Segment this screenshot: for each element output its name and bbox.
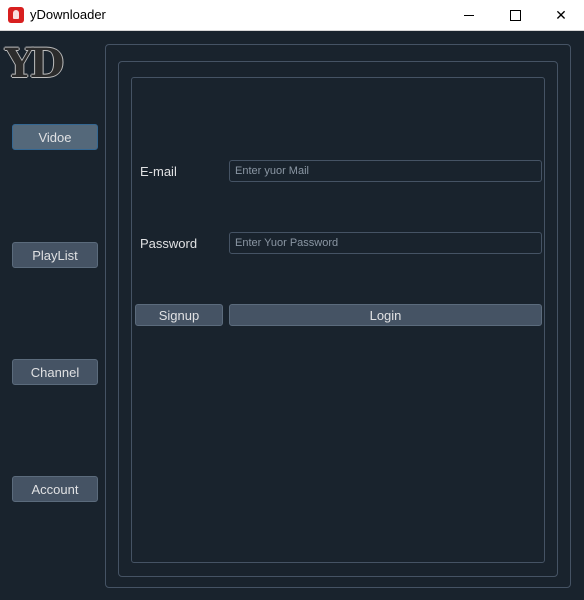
- close-button[interactable]: ✕: [538, 0, 584, 30]
- email-input[interactable]: [229, 160, 542, 182]
- sidebar-button-account[interactable]: Account: [12, 476, 98, 502]
- password-input[interactable]: [229, 232, 542, 254]
- maximize-icon: [509, 9, 521, 21]
- maximize-button[interactable]: [492, 0, 538, 30]
- sidebar-button-video[interactable]: Vidoe: [12, 124, 98, 150]
- title-bar: yDownloader ✕: [0, 0, 584, 31]
- window-title: yDownloader: [30, 7, 106, 22]
- minimize-button[interactable]: [446, 0, 492, 30]
- signup-button[interactable]: Signup: [135, 304, 223, 326]
- email-label: E-mail: [140, 164, 177, 179]
- close-icon: ✕: [555, 6, 567, 23]
- app-logo: YD: [5, 40, 64, 87]
- minimize-icon: [464, 14, 474, 16]
- app-icon: [8, 7, 24, 23]
- sidebar-button-channel[interactable]: Channel: [12, 359, 98, 385]
- password-label: Password: [140, 236, 198, 251]
- sidebar-button-playlist[interactable]: PlayList: [12, 242, 98, 268]
- login-button[interactable]: Login: [229, 304, 542, 326]
